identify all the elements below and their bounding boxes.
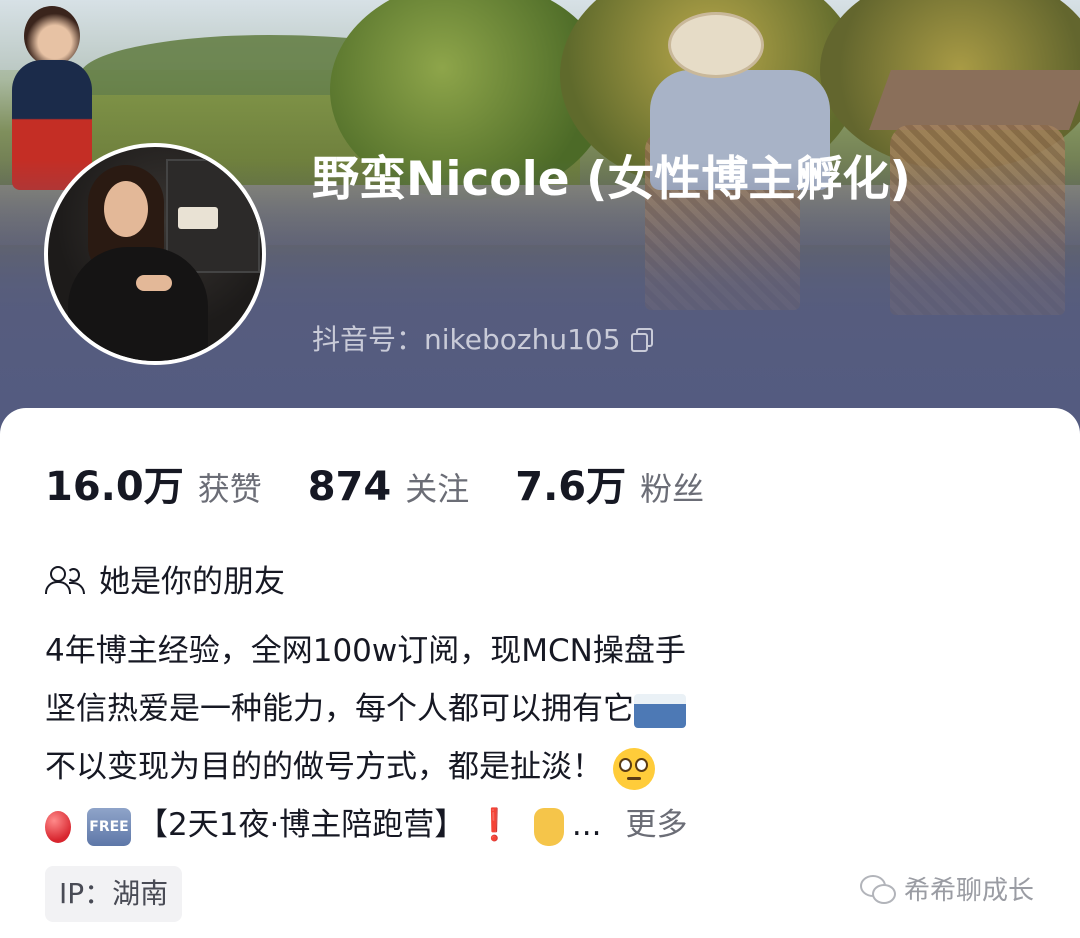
stat-followers[interactable]: 7.6万 粉丝 bbox=[515, 454, 704, 512]
wave-emoji bbox=[634, 693, 686, 728]
profile-name: 野蛮Nicole (女性博主孵化) bbox=[312, 152, 911, 207]
avatar-lamp bbox=[178, 207, 218, 229]
stat-following[interactable]: 874 关注 bbox=[308, 464, 470, 510]
stats-row: 16.0万 获赞 874 关注 7.6万 粉丝 bbox=[45, 454, 750, 512]
friend-relation: 她是你的朋友 bbox=[45, 556, 285, 601]
avatar[interactable] bbox=[44, 143, 266, 365]
stat-likes-value: 16.0万 bbox=[45, 464, 184, 510]
cover-hat bbox=[668, 12, 764, 78]
watermark-text: 希希聊成长 bbox=[904, 876, 1035, 906]
friend-relation-text: 她是你的朋友 bbox=[99, 564, 285, 600]
pointing-down-emoji bbox=[533, 807, 564, 846]
bio-line-4: 【2天1夜·博主陪跑营】 bbox=[137, 807, 466, 843]
eye-roll-emoji bbox=[613, 747, 655, 790]
bio-more-button[interactable]: 更多 bbox=[625, 807, 687, 843]
bio-line: FREE 【2天1夜·博主陪跑营】 ❗... 更多 bbox=[45, 796, 687, 854]
bio-line: 不以变现为目的的做号方式，都是扯淡！ bbox=[45, 738, 687, 796]
exclamation-emoji: ❗ bbox=[475, 807, 514, 843]
avatar-face bbox=[104, 181, 148, 237]
balloon-emoji bbox=[45, 810, 71, 843]
bio-line-3: 不以变现为目的的做号方式，都是扯淡！ bbox=[45, 749, 603, 785]
cover-roof bbox=[869, 70, 1080, 130]
stat-following-label: 关注 bbox=[405, 470, 470, 508]
ip-location-badge: IP：湖南 bbox=[45, 866, 183, 922]
bio: 4年博主经验，全网100w订阅，现MCN操盘手 坚信热爱是一种能力，每个人都可以… bbox=[45, 622, 687, 854]
cover-woman-head bbox=[24, 6, 80, 66]
watermark: 希希聊成长 bbox=[860, 870, 1034, 907]
friends-icon bbox=[45, 564, 85, 594]
bio-line: 坚信热爱是一种能力，每个人都可以拥有它 bbox=[45, 680, 687, 738]
bio-line-1: 4年博主经验，全网100w订阅，现MCN操盘手 bbox=[45, 633, 686, 669]
bio-line-2: 坚信热爱是一种能力，每个人都可以拥有它 bbox=[45, 691, 634, 727]
stat-followers-value: 7.6万 bbox=[515, 464, 627, 510]
douyin-id: 抖音号：nikebozhu105 bbox=[312, 323, 621, 356]
bio-ellipsis: ... bbox=[571, 807, 602, 843]
avatar-body bbox=[68, 247, 208, 361]
avatar-arm bbox=[136, 275, 172, 291]
bio-line: 4年博主经验，全网100w订阅，现MCN操盘手 bbox=[45, 622, 687, 680]
copy-icon[interactable] bbox=[630, 328, 653, 352]
stat-followers-label: 粉丝 bbox=[640, 470, 705, 508]
free-button-emoji: FREE bbox=[87, 807, 131, 846]
stat-following-value: 874 bbox=[307, 464, 392, 510]
douyin-id-row[interactable]: 抖音号：nikebozhu105 bbox=[312, 318, 653, 358]
stat-likes-label: 获赞 bbox=[197, 470, 262, 508]
stat-likes[interactable]: 16.0万 获赞 bbox=[45, 454, 262, 512]
wechat-icon bbox=[860, 874, 896, 904]
